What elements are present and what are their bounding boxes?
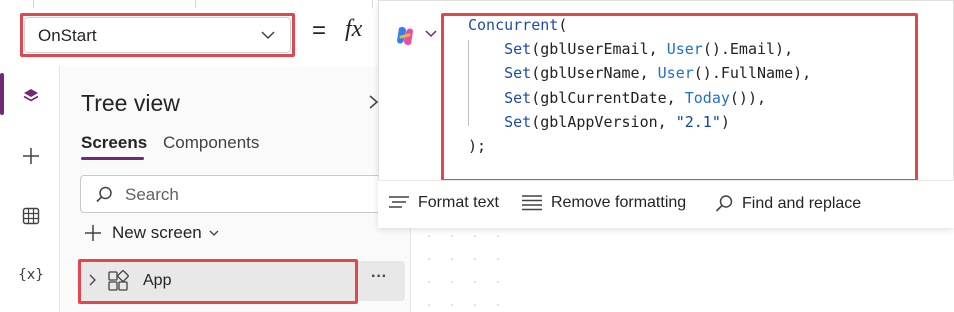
search-input[interactable]: Search [80, 175, 400, 213]
code-text: (gblAppVersion, [531, 112, 676, 131]
find-replace-label: Find and replace [742, 195, 862, 212]
code-line: ); [468, 134, 811, 158]
layers-icon[interactable] [18, 83, 44, 109]
code-text: ().FullName), [693, 64, 812, 83]
format-text-icon [388, 194, 410, 212]
string-literal: "2.1" [675, 112, 721, 131]
remove-formatting-label: Remove formatting [551, 194, 687, 211]
function-name: Set [504, 112, 532, 131]
chevron-down-icon[interactable] [423, 26, 439, 47]
find-icon [714, 194, 734, 214]
function-name: User [666, 40, 703, 59]
function-name: Today [684, 88, 730, 107]
code-text: ) [720, 112, 730, 131]
function-name: Concurrent [468, 16, 559, 34]
tab-screens[interactable]: Screens [81, 133, 147, 153]
grid-dot [497, 304, 499, 306]
property-value: OnStart [38, 26, 97, 45]
grid-dot [428, 258, 430, 260]
function-name: Set [504, 64, 532, 83]
chevron-down-icon [208, 227, 220, 239]
grid-dot [474, 304, 476, 306]
more-options-icon[interactable]: ··· [371, 268, 387, 286]
new-screen-label: New screen [112, 223, 202, 242]
grid-dot [497, 281, 499, 283]
grid-dot [451, 304, 453, 306]
grid-dot [428, 281, 430, 283]
remove-formatting-icon [521, 194, 543, 212]
divider [33, 0, 34, 8]
format-text-button[interactable]: Format text [388, 194, 499, 212]
app-icon [107, 270, 129, 297]
property-dropdown[interactable]: OnStart [24, 17, 291, 53]
code-text: (gblUserName, [531, 64, 658, 83]
tab-underline [81, 157, 144, 160]
code-text: ()), [729, 88, 767, 107]
new-screen-button[interactable]: New screen [84, 223, 220, 243]
grid-dot [474, 258, 476, 260]
divider [372, 0, 373, 8]
format-text-label: Format text [418, 194, 499, 211]
code-editor[interactable]: Concurrent( Set(gblUserEmail, User().Ema… [468, 13, 811, 158]
find-replace-button[interactable]: Find and replace [714, 194, 861, 214]
grid-dot [428, 304, 430, 306]
grid-dot [474, 281, 476, 283]
grid-dot [451, 235, 453, 237]
code-text: (gblCurrentDate, [531, 88, 685, 107]
code-line: Set(gblUserEmail, User().Email), [468, 37, 811, 61]
function-name: Set [504, 88, 532, 107]
rail-active-indicator [0, 73, 4, 115]
tree-item-label: App [143, 272, 172, 289]
divider [195, 0, 196, 8]
search-icon [94, 185, 114, 210]
function-name: User [657, 64, 694, 83]
code-text: ( [558, 16, 568, 34]
grid-dot [451, 281, 453, 283]
code-text: ); [468, 137, 487, 156]
fx-label: fx [345, 16, 363, 42]
grid-dot [497, 235, 499, 237]
code-line: Set(gblCurrentDate, Today()), [468, 86, 811, 110]
remove-formatting-button[interactable]: Remove formatting [521, 194, 686, 212]
data-grid-icon[interactable] [18, 203, 44, 229]
variables-icon[interactable]: {x} [18, 262, 44, 288]
plus-icon [84, 224, 102, 242]
grid-dot [474, 235, 476, 237]
chevron-down-icon [259, 26, 277, 49]
page-title: Tree view [81, 90, 180, 116]
code-line: Set(gblAppVersion, "2.1") [468, 110, 811, 134]
grid-dot [428, 235, 430, 237]
search-placeholder: Search [125, 185, 179, 204]
tab-components[interactable]: Components [163, 133, 259, 153]
code-line: Concurrent( [468, 13, 811, 37]
grid-dot [451, 258, 453, 260]
function-name: Set [504, 40, 532, 59]
equals-sign: = [312, 17, 327, 44]
plus-icon[interactable] [18, 143, 44, 169]
grid-dot [497, 258, 499, 260]
code-line: Set(gblUserName, User().FullName), [468, 61, 811, 85]
copilot-icon[interactable] [393, 24, 417, 53]
chevron-right-icon[interactable] [86, 273, 98, 292]
code-text: (gblUserEmail, [531, 40, 667, 59]
code-text: ().Email), [702, 40, 794, 59]
